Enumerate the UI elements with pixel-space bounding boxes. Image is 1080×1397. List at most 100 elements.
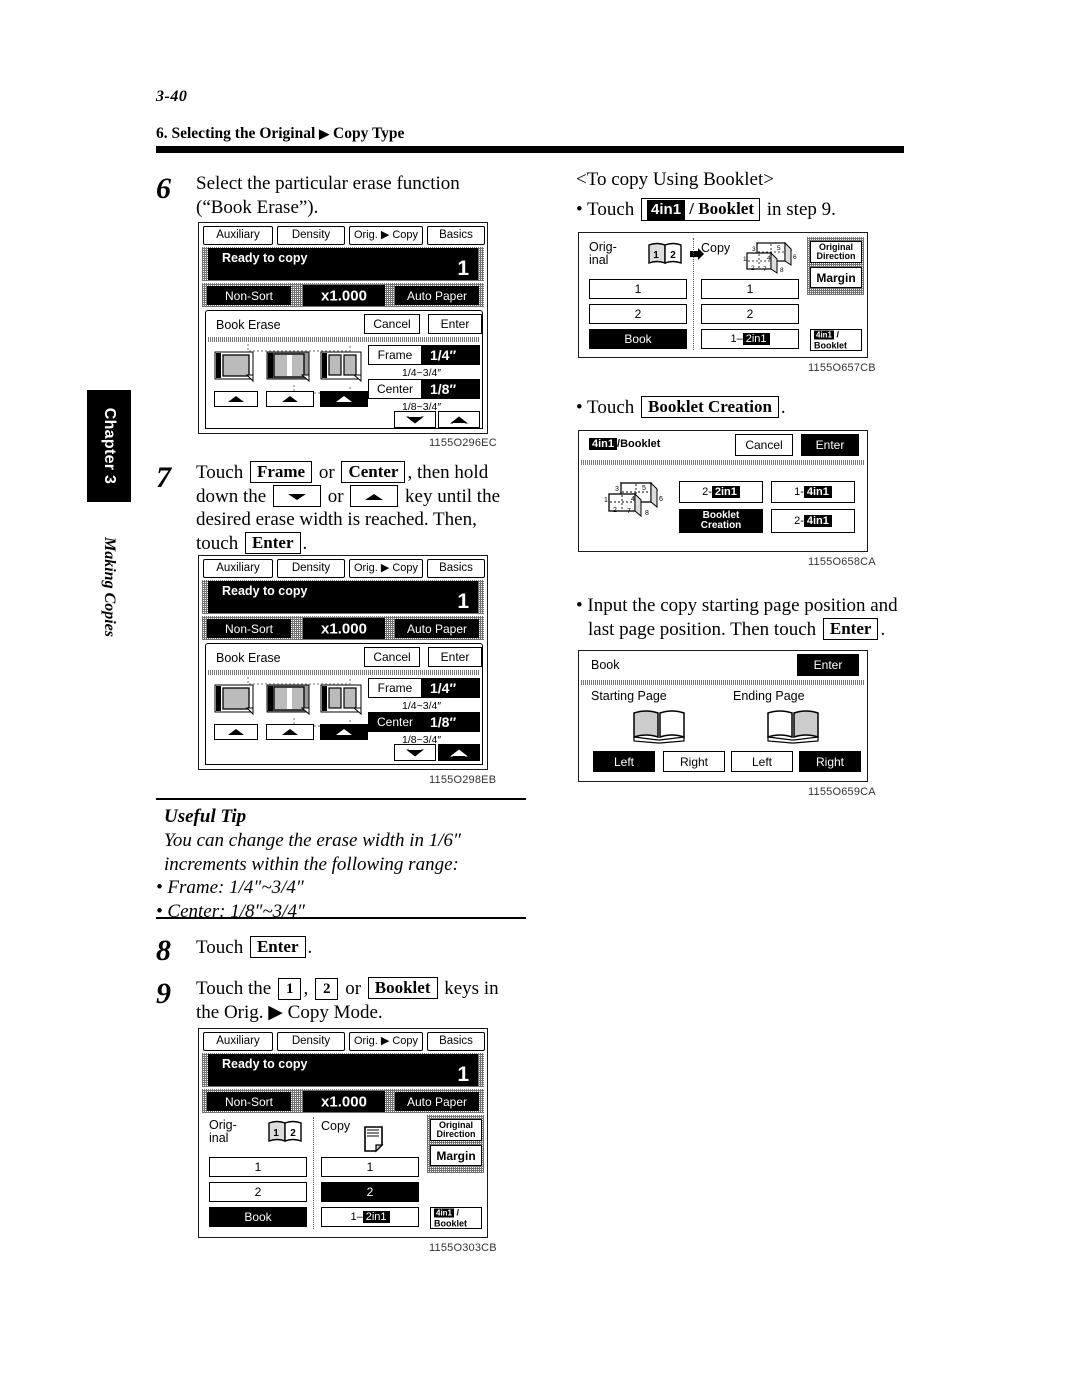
center-button[interactable]: Center [368, 379, 422, 399]
ending-page-left-button[interactable]: Left [731, 751, 793, 772]
original-key-book[interactable]: Book [209, 1207, 307, 1227]
erase-select-key-1-b[interactable] [214, 724, 258, 740]
mode-button-zoom-3[interactable]: x1.000 [303, 1091, 385, 1112]
starting-page-left-button[interactable]: Left [593, 751, 655, 772]
lcd-tab-auxiliary-2[interactable]: Auxiliary [203, 559, 273, 578]
book-page-enter-button[interactable]: Enter [797, 654, 859, 676]
cancel-button-2[interactable]: Cancel [364, 647, 420, 667]
triangle-bullet-icon-2: ▶ [268, 1001, 283, 1023]
original-direction-button[interactable]: Original Direction [430, 1119, 482, 1141]
mode-button-zoom-2[interactable]: x1.000 [303, 618, 385, 639]
original-direction-button-4[interactable]: Original Direction [810, 241, 862, 263]
mode-button-auto-paper[interactable]: Auto Paper [395, 286, 479, 305]
key-ref-2[interactable]: 2 [314, 978, 339, 1000]
mode-button-non-sort-3[interactable]: Non-Sort [207, 1092, 291, 1111]
tip-bullet2: • Center: 1/8″~3/4″ [156, 900, 305, 922]
erase-select-key-2-b[interactable] [266, 724, 314, 740]
frame-key-ref[interactable]: Frame [249, 461, 313, 483]
4in1-booklet-button-4[interactable]: 4in1 /Booklet [810, 329, 862, 351]
booklet-creation-button[interactable]: Booklet Creation [679, 509, 763, 533]
section-heading-tail: Copy Type [333, 125, 405, 142]
copy-key-2in1[interactable]: 1– 2in1 [321, 1207, 419, 1227]
center-button-b[interactable]: Center [368, 712, 422, 732]
enter-button-2[interactable]: Enter [428, 647, 482, 667]
step-9-t6: Copy Mode. [287, 1001, 383, 1023]
erase-select-key-1[interactable] [214, 391, 258, 407]
mode-button-non-sort[interactable]: Non-Sort [207, 286, 291, 305]
header-rule [156, 146, 904, 153]
step-7-t4: down the [196, 485, 267, 507]
copy-4in1-thumbnail-icon: 3 5 1 4 6 2 7 8 [739, 239, 801, 275]
increase-arrow-up-button[interactable] [438, 411, 480, 428]
manual-page: 3-40 6. Selecting the Original ▶ Copy Ty… [0, 0, 1080, 1397]
copy-sheet-thumbnail-icon [362, 1125, 388, 1153]
copy-key-2in1-4[interactable]: 1– 2in1 [701, 329, 799, 349]
original-key-2[interactable]: 2 [209, 1182, 307, 1202]
center-value: 1/8″ [422, 379, 480, 399]
copy-key-2[interactable]: 2 [321, 1182, 419, 1202]
lcd-tab-orig-copy[interactable]: Orig. ▶ Copy [349, 226, 423, 245]
margin-button-4[interactable]: Margin [810, 267, 862, 288]
erase-select-key-2[interactable] [266, 391, 314, 407]
tip-rule-top [156, 798, 526, 801]
4in1-booklet-button[interactable]: 4in1 /Booklet [430, 1207, 482, 1229]
original-key-2-4[interactable]: 2 [589, 304, 687, 324]
lcd-tab-density[interactable]: Density [277, 226, 345, 245]
lcd-tab-auxiliary-3[interactable]: Auxiliary [203, 1032, 273, 1051]
right-bullet-1: • Touch 4in1 / Booklet in step 9. [576, 198, 916, 222]
lcd-tab-orig-copy-2[interactable]: Orig. ▶ Copy [349, 559, 423, 578]
mode-button-non-sort-2[interactable]: Non-Sort [207, 619, 291, 638]
booklet-enter-button[interactable]: Enter [801, 434, 859, 456]
lcd-panel-book-erase-b: Auxiliary Density Orig. ▶ Copy Basics Re… [198, 555, 488, 770]
lcd-tab-basics-2[interactable]: Basics [427, 559, 485, 578]
lcd-tab-orig-copy-3[interactable]: Orig. ▶ Copy [349, 1032, 423, 1051]
erase-select-key-3-b[interactable] [320, 724, 368, 740]
enter-key-ref-8[interactable]: Enter [249, 936, 306, 958]
booklet-key-ref[interactable]: Booklet [367, 977, 438, 999]
original-key-1[interactable]: 1 [209, 1157, 307, 1177]
step-9-t4: keys in [444, 978, 499, 999]
status-text-3: Ready to copy [222, 1057, 308, 1071]
cancel-button[interactable]: Cancel [364, 314, 420, 334]
margin-button[interactable]: Margin [430, 1145, 482, 1166]
center-key-ref[interactable]: Center [341, 461, 406, 483]
svg-text:2: 2 [290, 1128, 296, 1139]
lcd-tab-basics-3[interactable]: Basics [427, 1032, 485, 1051]
lcd-tab-auxiliary[interactable]: Auxiliary [203, 226, 273, 245]
mode-button-auto-paper-3[interactable]: Auto Paper [395, 1092, 479, 1111]
lcd-tab-basics[interactable]: Basics [427, 226, 485, 245]
enter-button[interactable]: Enter [428, 314, 482, 334]
lcd-panel-book-erase-a: Auxiliary Density Orig. ▶ Copy Basics Re… [198, 222, 488, 434]
ending-page-right-button[interactable]: Right [799, 751, 861, 772]
original-key-book-4[interactable]: Book [589, 329, 687, 349]
copy-count: 1 [457, 257, 469, 280]
frame-button[interactable]: Frame [368, 345, 422, 365]
up-arrow-key-ref[interactable] [350, 484, 399, 507]
key-ref-1[interactable]: 1 [277, 978, 302, 1000]
booklet-creation-key-ref[interactable]: Booklet Creation [641, 396, 779, 418]
starting-page-right-button[interactable]: Right [663, 751, 725, 772]
frame-button-b[interactable]: Frame [368, 678, 422, 698]
svg-text:4: 4 [631, 496, 635, 503]
booklet-key-2-4in1[interactable]: 2- 4in1 [771, 509, 855, 533]
copy-key-1-4[interactable]: 1 [701, 279, 799, 299]
erase-select-key-3[interactable] [320, 391, 368, 407]
mode-button-zoom[interactable]: x1.000 [303, 285, 385, 306]
decrease-arrow-down-button[interactable] [394, 411, 436, 428]
enter-key-ref-right[interactable]: Enter [822, 617, 879, 640]
original-key-1-4[interactable]: 1 [589, 279, 687, 299]
booklet-cancel-button[interactable]: Cancel [735, 434, 793, 456]
4in1-booklet-key-ref[interactable]: 4in1 / Booklet [641, 198, 760, 221]
booklet-key-2-2in1[interactable]: 2- 2in1 [679, 481, 763, 503]
triangle-bullet-icon: ▶ [319, 126, 330, 141]
decrease-arrow-down-button-b[interactable] [394, 744, 436, 761]
lcd-tab-density-2[interactable]: Density [277, 559, 345, 578]
copy-key-2-4[interactable]: 2 [701, 304, 799, 324]
increase-arrow-up-button-b[interactable] [438, 744, 480, 761]
down-arrow-key-ref[interactable] [272, 484, 321, 507]
lcd-tab-density-3[interactable]: Density [277, 1032, 345, 1051]
enter-key-ref-7[interactable]: Enter [244, 531, 301, 554]
booklet-key-1-4in1[interactable]: 1- 4in1 [771, 481, 855, 503]
copy-key-1[interactable]: 1 [321, 1157, 419, 1177]
mode-button-auto-paper-2[interactable]: Auto Paper [395, 619, 479, 638]
